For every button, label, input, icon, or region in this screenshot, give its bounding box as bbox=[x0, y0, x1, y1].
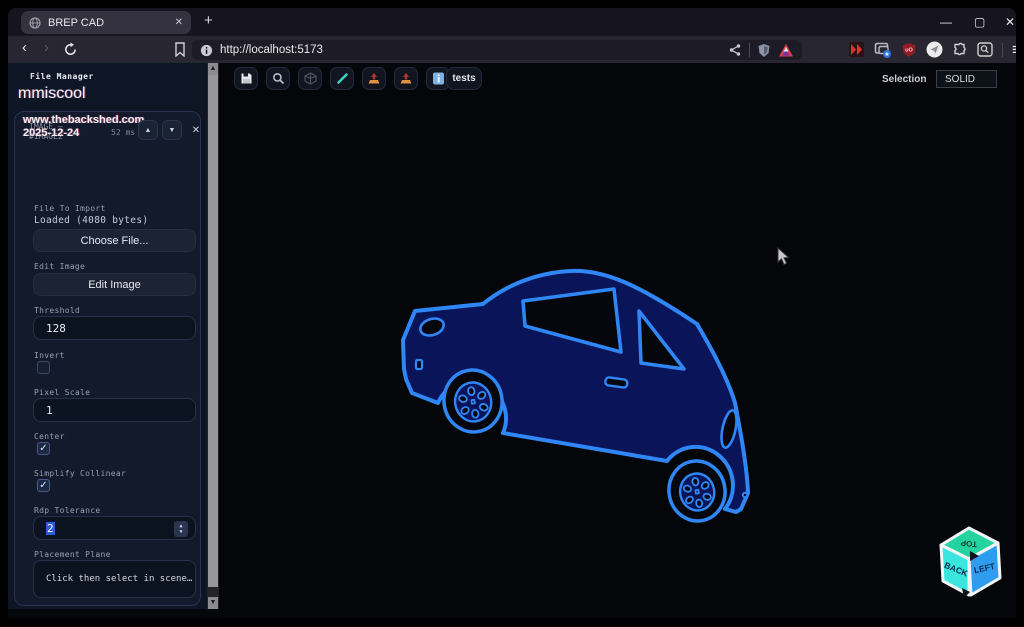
mouse-cursor bbox=[777, 247, 791, 267]
placement-plane-button[interactable]: Click then select in scene… bbox=[33, 560, 196, 598]
car-sketch[interactable] bbox=[400, 261, 760, 551]
selection-label: Selection bbox=[882, 74, 926, 85]
sidebar-extension-icon[interactable] bbox=[848, 41, 865, 58]
ublock-origin-icon[interactable]: uO bbox=[901, 42, 917, 58]
tests-button[interactable]: tests bbox=[446, 67, 482, 90]
save-button[interactable] bbox=[234, 67, 258, 90]
center-checkbox[interactable]: ✓ bbox=[37, 442, 50, 455]
url-text[interactable]: http://localhost:5173 bbox=[220, 44, 721, 56]
simplify-collinear-checkbox[interactable]: ✓ bbox=[37, 479, 50, 492]
feature-move-up-button[interactable]: ▲ bbox=[138, 120, 158, 140]
view-cube[interactable]: TOP BACK LEFT bbox=[932, 518, 1006, 600]
back-button[interactable]: ‹ bbox=[22, 40, 27, 55]
stepper-down-icon[interactable]: ▼ bbox=[179, 529, 182, 535]
choose-file-button[interactable]: Choose File... bbox=[33, 229, 196, 252]
number-stepper[interactable]: ▲ ▼ bbox=[174, 521, 188, 537]
site-info-icon[interactable] bbox=[200, 44, 213, 57]
tab-bar: BREP CAD ✕ + — ▢ ✕ bbox=[8, 8, 1016, 36]
menu-button[interactable]: ≡ bbox=[1012, 41, 1016, 58]
rear-wheel bbox=[664, 457, 730, 526]
brep-cad-app: File Manager mmiscool IMAGE — #IMAGE2 ww… bbox=[8, 63, 1016, 618]
rdp-tolerance-value[interactable]: 2 bbox=[46, 522, 55, 535]
window-star-extension-icon[interactable]: ★ bbox=[874, 42, 892, 58]
feature-timing: 52 ms bbox=[111, 128, 135, 137]
globe-icon bbox=[29, 17, 41, 29]
threshold-label: Threshold bbox=[34, 306, 80, 315]
navigation-bar: ‹ › http://localhost:5173 bbox=[8, 36, 1016, 63]
bookmark-icon[interactable] bbox=[174, 42, 186, 57]
threshold-input[interactable]: 128 bbox=[33, 316, 196, 340]
magnifier-icon bbox=[272, 72, 285, 85]
urlbar-separator bbox=[749, 43, 750, 57]
export-step-button[interactable] bbox=[394, 67, 418, 90]
cube-wireframe-icon bbox=[304, 72, 317, 85]
extensions-puzzle-icon[interactable] bbox=[952, 42, 968, 58]
brave-shields-icon[interactable] bbox=[757, 43, 771, 58]
watermark-site: www.thebackshed.com bbox=[23, 114, 183, 127]
search-in-window-icon[interactable] bbox=[977, 42, 993, 57]
export-up-icon bbox=[399, 72, 413, 85]
placement-plane-label: Placement Plane bbox=[34, 550, 111, 559]
watermark-text: www.thebackshed.com 2025-12-24 bbox=[23, 114, 183, 140]
rdp-tolerance-input[interactable]: 2 ▲ ▼ bbox=[33, 516, 196, 540]
image-feature-panel: IMAGE — #IMAGE2 www.thebackshed.com 2025… bbox=[14, 111, 201, 606]
edit-image-button[interactable]: Edit Image bbox=[33, 273, 196, 296]
pixel-scale-label: Pixel Scale bbox=[34, 388, 90, 397]
reload-button[interactable] bbox=[63, 42, 78, 57]
export-up-icon bbox=[367, 72, 381, 85]
simplify-collinear-label: Simplify Collinear bbox=[34, 469, 126, 478]
file-manager-sidebar: File Manager mmiscool IMAGE — #IMAGE2 ww… bbox=[8, 63, 207, 609]
window-maximize-button[interactable]: ▢ bbox=[974, 15, 985, 29]
watermark-date: 2025-12-24 bbox=[23, 127, 183, 140]
door-handle bbox=[605, 377, 628, 388]
svg-text:uO: uO bbox=[905, 47, 913, 53]
window-close-button[interactable]: ✕ bbox=[1005, 15, 1015, 29]
url-bar[interactable]: http://localhost:5173 bbox=[192, 40, 802, 60]
feature-delete-button[interactable]: ✕ bbox=[186, 120, 206, 140]
selection-mode-dropdown[interactable]: SOLID bbox=[936, 70, 997, 88]
brave-rewards-icon[interactable] bbox=[778, 43, 794, 58]
sidebar-title: File Manager bbox=[30, 72, 94, 81]
scrollbar-down-button[interactable]: ▼ bbox=[208, 597, 218, 609]
feature-move-down-button[interactable]: ▼ bbox=[162, 120, 182, 140]
invert-checkbox[interactable] bbox=[37, 361, 50, 374]
browser-window: BREP CAD ✕ + — ▢ ✕ ‹ › http://localhost:… bbox=[8, 8, 1016, 618]
center-label: Center bbox=[34, 432, 65, 441]
scrollbar-up-button[interactable]: ▲ bbox=[208, 63, 218, 75]
pixel-scale-input[interactable]: 1 bbox=[33, 398, 196, 422]
file-loaded-status: Loaded (4080 bytes) bbox=[34, 215, 148, 226]
edit-image-label: Edit Image bbox=[34, 262, 85, 271]
tab-close-icon[interactable]: ✕ bbox=[175, 17, 183, 28]
file-to-import-label: File To Import bbox=[34, 204, 106, 213]
svg-text:★: ★ bbox=[884, 51, 889, 58]
sidebar-scrollbar[interactable]: ▲ ▼ bbox=[207, 63, 219, 609]
viewcube-top-label: TOP bbox=[960, 538, 978, 549]
invert-label: Invert bbox=[34, 351, 65, 360]
watermark-username: mmiscool bbox=[18, 85, 86, 103]
scrollbar-thumb[interactable] bbox=[208, 63, 218, 587]
rear-detail-dot bbox=[743, 493, 747, 497]
wireframe-view-button[interactable] bbox=[298, 67, 322, 90]
zoom-button[interactable] bbox=[266, 67, 290, 90]
send-extension-icon[interactable] bbox=[926, 41, 943, 58]
window-minimize-button[interactable]: — bbox=[940, 15, 952, 29]
toolbar-separator bbox=[1002, 43, 1003, 57]
viewport-canvas[interactable]: tests Selection SOLID bbox=[219, 63, 1016, 618]
extension-icons: ★ uO ≡ bbox=[848, 41, 1016, 58]
export-stl-button[interactable] bbox=[362, 67, 386, 90]
sketch-pen-button[interactable] bbox=[330, 67, 354, 90]
rdp-tolerance-label: Rdp Tolerance bbox=[34, 506, 101, 515]
new-tab-button[interactable]: + bbox=[204, 12, 213, 29]
front-marker bbox=[416, 360, 422, 369]
browser-tab[interactable]: BREP CAD ✕ bbox=[21, 11, 191, 34]
share-icon[interactable] bbox=[728, 43, 742, 57]
floppy-disk-icon bbox=[240, 72, 253, 85]
pen-icon bbox=[336, 72, 349, 85]
info-icon bbox=[432, 72, 445, 85]
tab-title: BREP CAD bbox=[48, 17, 168, 29]
forward-button[interactable]: › bbox=[44, 40, 49, 55]
